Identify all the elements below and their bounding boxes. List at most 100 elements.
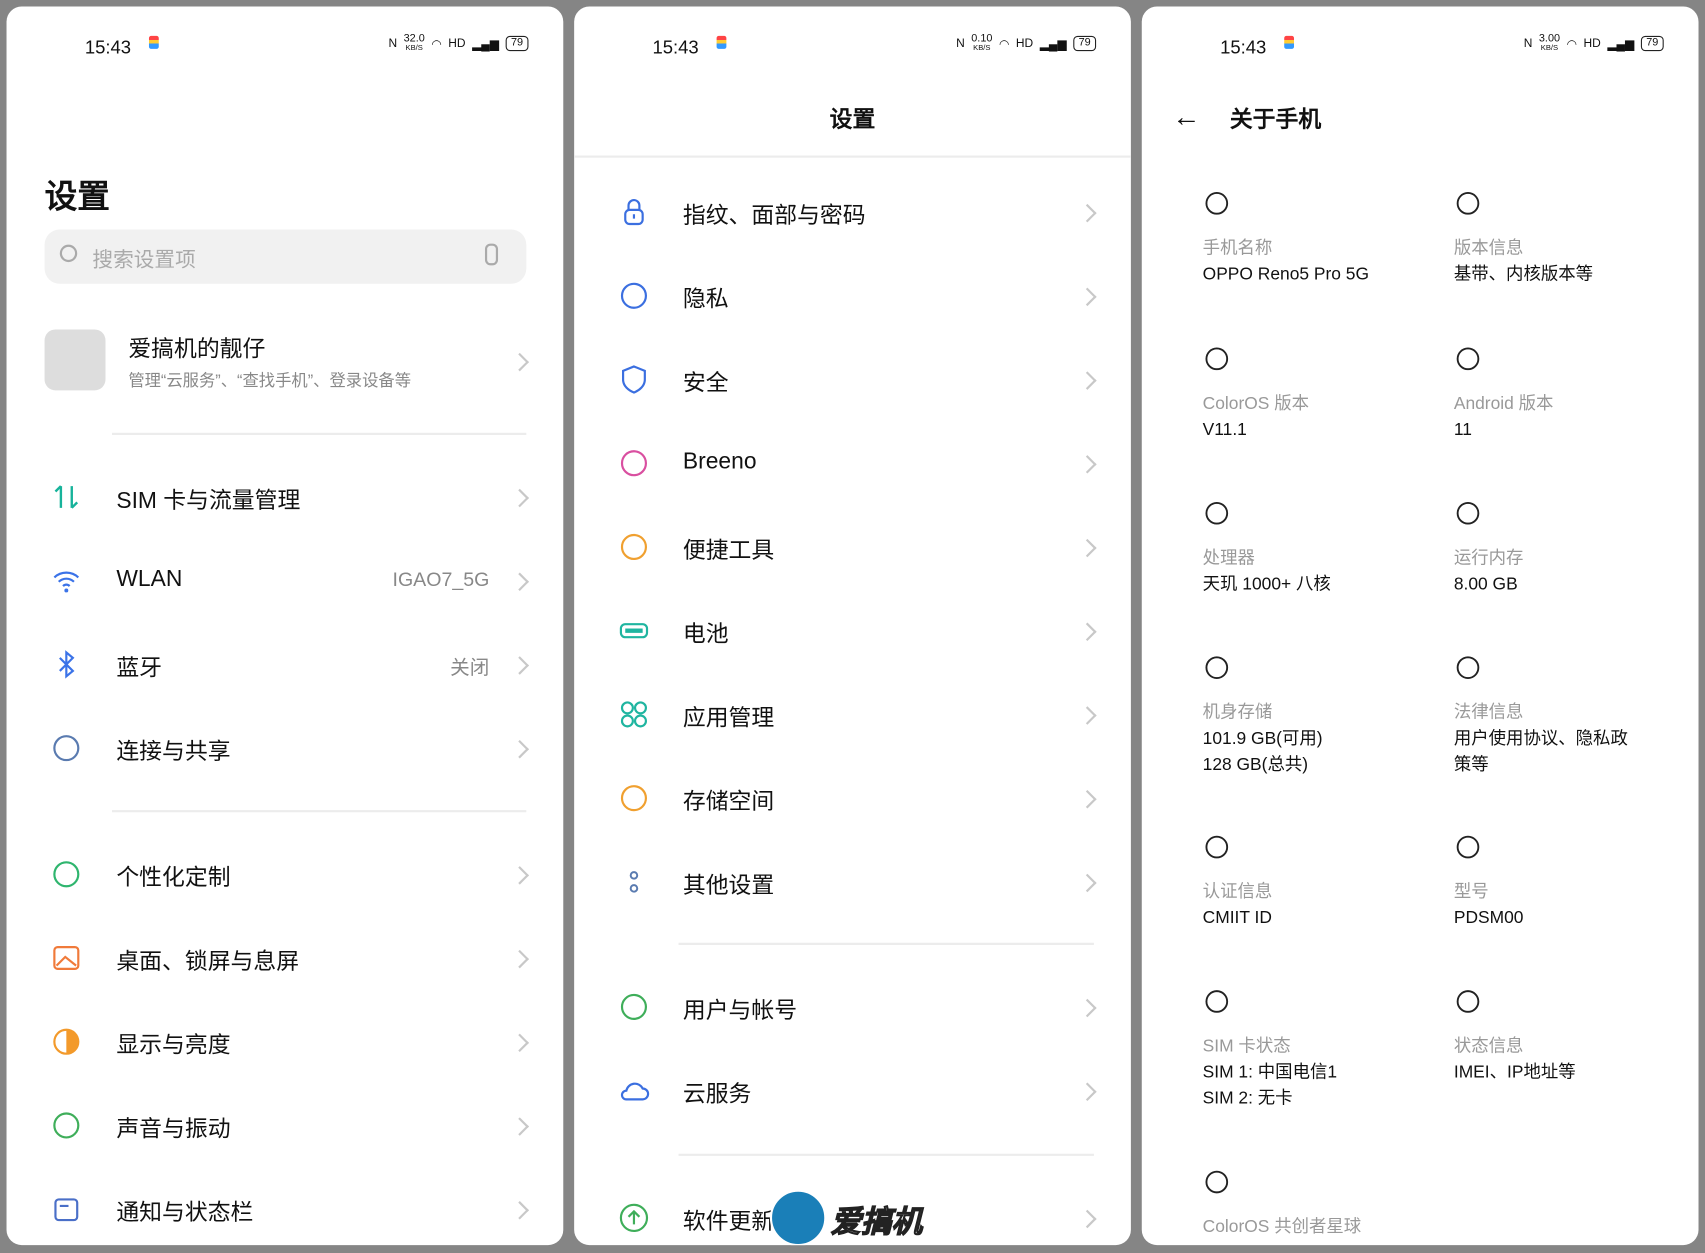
nfc-icon: N [1524, 37, 1533, 50]
info-label: 手机名称 [1203, 233, 1273, 259]
signal-icon: ▂▄▆ [1040, 36, 1067, 50]
settings-item-label: 隐私 [683, 282, 729, 315]
settings-item[interactable]: 桌面、锁屏与息屏 [7, 925, 564, 990]
account-row[interactable]: 爱搞机的靓仔 管理“云服务”、“查找手机”、登录设备等 [7, 327, 564, 403]
bluetooth-icon [50, 648, 83, 681]
chevron-right-icon [1078, 371, 1096, 389]
info-cell[interactable]: 手机名称OPPO Reno5 Pro 5G [1203, 189, 1420, 217]
chevron-right-icon [1078, 1210, 1096, 1228]
settings-item[interactable]: 蓝牙关闭 [7, 632, 564, 697]
settings-item[interactable]: 指纹、面部与密码 [574, 179, 1131, 244]
settings-item[interactable]: 安全 [574, 347, 1131, 412]
info-cell[interactable]: 处理器天玑 1000+ 八核 [1203, 499, 1420, 527]
settings-item[interactable]: 声音与振动 [7, 1093, 564, 1158]
chevron-right-icon [511, 573, 529, 591]
info-cell[interactable]: Android 版本11 [1454, 345, 1671, 373]
settings-item[interactable]: WLANIGAO7_5G [7, 548, 564, 613]
chevron-right-icon [1078, 204, 1096, 222]
header-divider [574, 155, 1131, 157]
settings-item[interactable]: 云服务 [574, 1058, 1131, 1123]
info-cell[interactable]: ColorOS 版本V11.1 [1203, 345, 1420, 373]
info-cell[interactable]: ColorOS 共创者星球 [1203, 1168, 1420, 1196]
watermark-logo [770, 1190, 827, 1245]
info-cell[interactable]: 型号PDSM00 [1454, 833, 1671, 861]
info-cell[interactable]: SIM 卡状态SIM 1: 中国电信1 SIM 2: 无卡 [1203, 987, 1420, 1015]
privacy-icon [618, 279, 651, 312]
info-label: 状态信息 [1454, 1031, 1524, 1057]
status-icon [1454, 987, 1482, 1015]
cloud-icon [618, 1074, 651, 1107]
update-icon [618, 1202, 651, 1235]
chevron-right-icon [511, 489, 529, 507]
layers-icon [1454, 833, 1482, 861]
settings-item[interactable]: 隐私 [574, 263, 1131, 328]
chevron-right-icon [511, 1201, 529, 1219]
settings-item[interactable]: 应用管理 [574, 682, 1131, 747]
search-placeholder: 搜索设置项 [92, 244, 195, 273]
settings-item-label: 其他设置 [683, 868, 774, 901]
settings-item[interactable]: 存储空间 [574, 766, 1131, 831]
info-cell[interactable]: 认证信息CMIIT ID [1203, 833, 1420, 861]
info-label: ColorOS 共创者星球 [1203, 1211, 1362, 1237]
settings-item-label: 桌面、锁屏与息屏 [116, 944, 299, 977]
sound-icon [50, 1109, 83, 1142]
info-label: 型号 [1454, 876, 1489, 902]
settings-item-label: 电池 [683, 617, 729, 650]
info-cell[interactable]: 版本信息基带、内核版本等 [1454, 189, 1671, 217]
breeno-icon [618, 447, 651, 480]
info-icon [1454, 189, 1482, 217]
watermark-text: 爱搞机 [831, 1198, 922, 1241]
settings-item[interactable]: 连接与共享 [7, 716, 564, 781]
info-value: 101.9 GB(可用) 128 GB(总共) [1203, 726, 1410, 778]
signal-icon: ▂▄▆ [472, 36, 499, 50]
divider [679, 943, 1094, 945]
net-speed-unit: KB/S [973, 43, 990, 53]
chevron-right-icon [511, 950, 529, 968]
chevron-right-icon [511, 1117, 529, 1135]
apps-icon [618, 698, 651, 731]
net-speed-indicator: 32.0KB/S [404, 34, 425, 54]
info-value: 天玑 1000+ 八核 [1203, 572, 1410, 598]
status-time: 15:43 [85, 37, 131, 59]
back-arrow-icon[interactable]: ← [1172, 100, 1200, 134]
divider [112, 810, 526, 812]
certificate-icon [1203, 833, 1231, 861]
battery-level: 79 [506, 36, 529, 51]
microphone-icon[interactable] [485, 244, 498, 266]
chevron-right-icon [1078, 706, 1096, 724]
settings-item[interactable]: 显示与亮度 [7, 1009, 564, 1074]
info-label: 版本信息 [1454, 233, 1524, 259]
settings-item[interactable]: 电池 [574, 598, 1131, 663]
net-speed-indicator: 3.00KB/S [1539, 34, 1560, 54]
search-input[interactable]: 搜索设置项 [45, 229, 527, 283]
info-cell[interactable]: 状态信息IMEI、IP地址等 [1454, 987, 1671, 1015]
info-cell[interactable]: 机身存储101.9 GB(可用) 128 GB(总共) [1203, 654, 1420, 682]
page-title: 设置 [45, 170, 110, 218]
info-cell[interactable]: 运行内存8.00 GB [1454, 499, 1671, 527]
info-value: CMIIT ID [1203, 906, 1410, 932]
chevron-right-icon [511, 656, 529, 674]
notification-icon [1284, 36, 1294, 49]
settings-item[interactable]: 个性化定制 [7, 842, 564, 907]
chevron-right-icon [1078, 539, 1096, 557]
settings-item[interactable]: 用户与帐号 [574, 974, 1131, 1039]
info-label: Android 版本 [1454, 388, 1554, 414]
settings-item[interactable]: 通知与状态栏 [7, 1177, 564, 1242]
storage-icon [1203, 654, 1231, 682]
chevron-right-icon [1078, 999, 1096, 1017]
info-label: 机身存储 [1203, 697, 1273, 723]
settings-item[interactable]: SIM 卡与流量管理 [7, 464, 564, 529]
net-speed-indicator: 0.10KB/S [971, 34, 992, 54]
divider [112, 433, 526, 435]
settings-item[interactable]: 其他设置 [574, 849, 1131, 914]
settings-item-value: 关闭 [450, 652, 489, 680]
info-cell[interactable]: 法律信息用户使用协议、隐私政 策等 [1454, 654, 1671, 682]
settings-item-label: 云服务 [683, 1077, 752, 1110]
nfc-icon: N [388, 37, 397, 50]
personalize-icon [50, 858, 83, 891]
settings-item[interactable]: Breeno [574, 431, 1131, 496]
chevron-right-icon [511, 1034, 529, 1052]
settings-item[interactable]: 便捷工具 [574, 514, 1131, 579]
settings-item-label: Breeno [683, 449, 757, 475]
hd-icon: HD [1016, 37, 1033, 50]
